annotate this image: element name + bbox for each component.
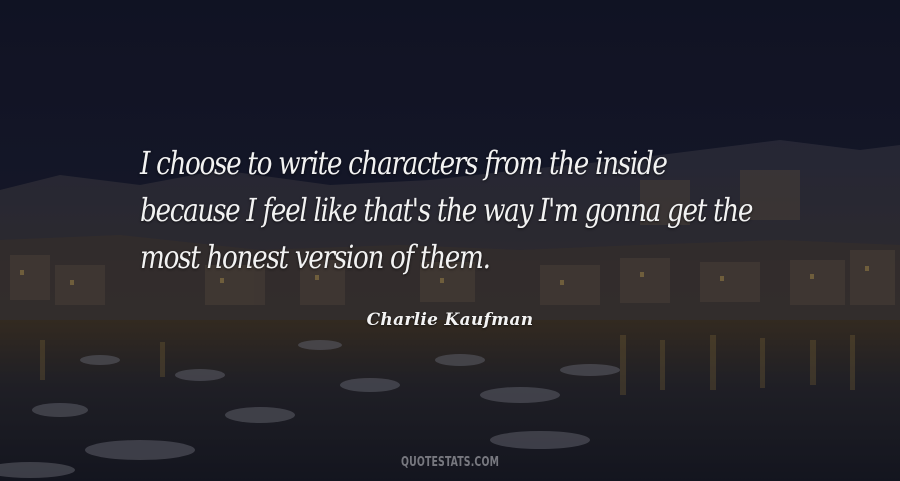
- quote-text: I choose to write characters from the in…: [140, 140, 753, 281]
- quote-line: because I feel like that's the way I'm g…: [140, 191, 753, 229]
- quote-card: I choose to write characters from the in…: [0, 0, 900, 481]
- quote-line: most honest version of them.: [140, 238, 491, 276]
- quote-line: I choose to write characters from the in…: [140, 144, 668, 182]
- quote-author: Charlie Kaufman: [366, 310, 534, 330]
- site-watermark: QUOTESTATS.COM: [400, 455, 500, 470]
